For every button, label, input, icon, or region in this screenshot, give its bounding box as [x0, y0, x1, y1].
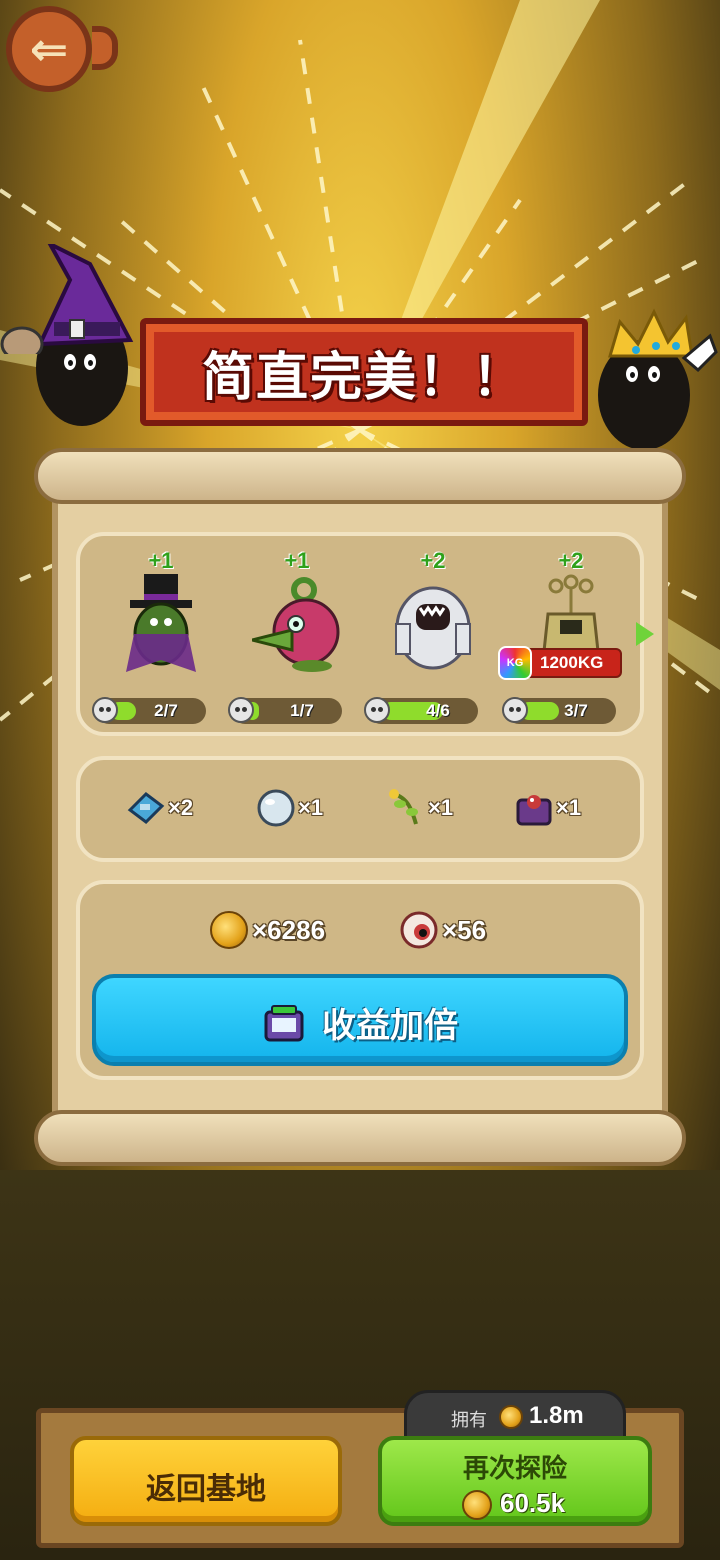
monster-plus: +1 [284, 548, 310, 573]
back-arrow-icon: ⇐ [29, 23, 69, 75]
owned-value: 1.8m [529, 1402, 584, 1429]
explore-again-label: 再次探险 [462, 1453, 567, 1483]
skull-icon [502, 697, 528, 723]
coin-count: ×6286 [252, 914, 326, 945]
monster-progress-text: 2/7 [154, 701, 178, 720]
next-page-arrow-icon[interactable] [636, 622, 654, 646]
skull-icon [228, 697, 254, 723]
herb-icon [389, 789, 418, 825]
yeti-monster-icon [395, 586, 471, 670]
blueprint-icon [127, 792, 165, 824]
item-count: ×1 [298, 795, 324, 820]
monster-progress-text: 3/7 [564, 701, 588, 720]
crown-icon [607, 308, 718, 373]
witch-hat-icon [0, 244, 134, 354]
coin-icon [210, 911, 248, 949]
monster-card[interactable]: +1 2/7 [92, 548, 226, 738]
monster-plus: +2 [420, 548, 446, 573]
monster-progress-bar: 1/7 [228, 697, 342, 724]
eyeball-reward: ×56 [400, 908, 486, 952]
pearl-icon [257, 789, 295, 827]
monster-progress-text: 4/6 [426, 701, 450, 720]
eyeball-count: ×56 [442, 914, 487, 945]
owned-coins-pill: 拥有 1.8m [404, 1390, 626, 1440]
item-count: ×1 [428, 795, 454, 820]
kg-weight-icon: KG [498, 646, 532, 680]
monster-plus: +1 [148, 548, 174, 573]
eyeball-icon [400, 911, 438, 949]
monster-card[interactable]: +2 3/7 [502, 548, 636, 738]
return-base-button[interactable]: 返回基地 [70, 1436, 342, 1526]
monster-card[interactable]: +2 4/6 [364, 548, 498, 738]
result-banner: 简直完美！！ [140, 318, 588, 426]
monster-progress-bar: 3/7 [502, 697, 616, 724]
double-reward-button[interactable]: 收益加倍 [92, 974, 628, 1066]
item-reward: ×1 [256, 786, 323, 830]
double-reward-label: 收益加倍 [322, 1007, 458, 1045]
item-count: ×2 [168, 795, 194, 820]
item-count: ×1 [556, 795, 582, 820]
item-reward: ×1 [514, 786, 581, 830]
scroll-top-rod [34, 448, 686, 504]
monster-progress-bar: 4/6 [364, 697, 478, 724]
owned-label: 拥有 [451, 1410, 487, 1430]
item-reward: ×2 [126, 786, 193, 830]
skull-icon [92, 697, 118, 723]
item-reward: ×1 [386, 786, 453, 830]
coin-reward: ×6286 [210, 908, 325, 952]
weight-value: 1200KG [540, 653, 604, 672]
skull-icon [364, 697, 390, 723]
monster-card[interactable]: +1 1/7 [228, 548, 362, 738]
explore-again-cost: 60.5k [500, 1488, 566, 1518]
return-base-label: 返回基地 [146, 1473, 266, 1506]
coin-icon [462, 1490, 492, 1520]
coin-icon [499, 1405, 523, 1429]
scroll-bottom-rod [34, 1110, 686, 1166]
result-title: 简直完美！！ [201, 348, 526, 407]
top-hat-monster-icon [126, 574, 196, 672]
monster-plus: +2 [558, 548, 584, 573]
chest-icon [516, 795, 552, 826]
monster-progress-bar: 2/7 [92, 697, 206, 724]
tv-icon [264, 1005, 304, 1042]
weight-badge: KG 1200KG [498, 646, 622, 680]
chameleon-monster-icon [252, 577, 340, 672]
monster-progress-text: 1/7 [290, 701, 314, 720]
explore-again-button[interactable]: 再次探险 60.5k [378, 1436, 652, 1526]
back-button[interactable]: ⇐ [2, 2, 120, 120]
